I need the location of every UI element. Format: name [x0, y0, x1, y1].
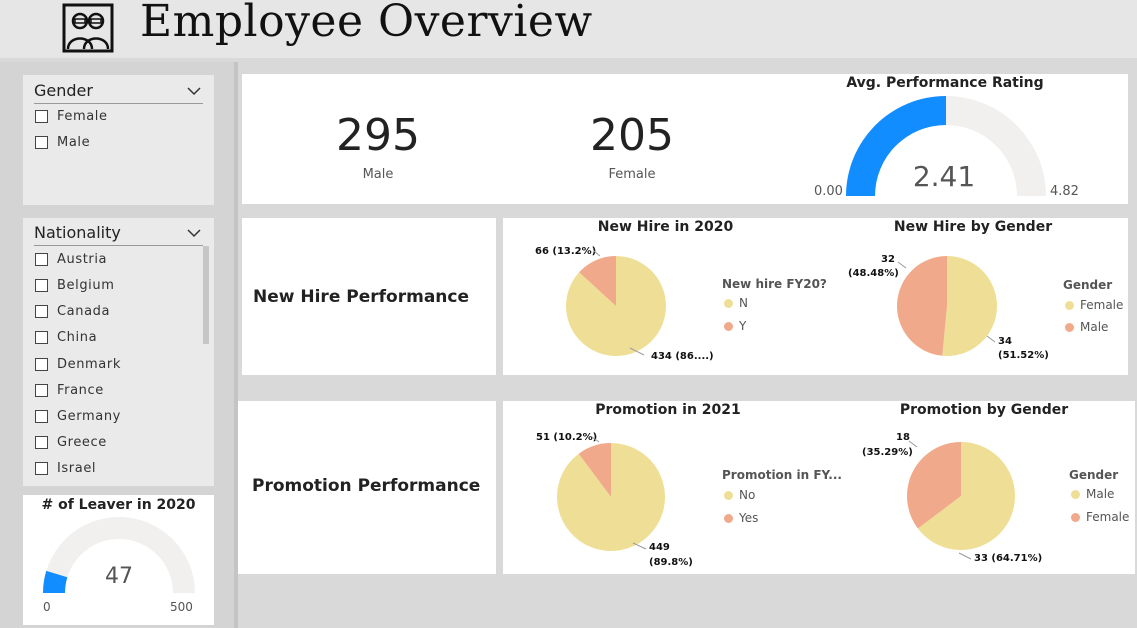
checkbox[interactable]: [35, 435, 48, 449]
legend-title: Gender: [1063, 278, 1113, 292]
nationality-option-austria[interactable]: Austria: [35, 249, 107, 269]
performance-gauge-value: 2.41: [912, 160, 976, 193]
nationality-slicer-title: Nationality: [34, 223, 121, 242]
male-count-label: Male: [362, 167, 394, 182]
new-hire-section-card: New Hire Performance: [242, 218, 496, 375]
checkbox[interactable]: [35, 461, 48, 475]
gender-option-female[interactable]: Female: [35, 106, 108, 126]
new-hire-section-title: New Hire Performance: [253, 287, 469, 307]
nationality-option-greece[interactable]: Greece: [35, 432, 107, 452]
legend-item-male[interactable]: Male: [1065, 320, 1108, 334]
performance-gauge-max: 4.82: [1050, 184, 1079, 199]
checkbox[interactable]: [35, 278, 48, 292]
legend-item-female[interactable]: Female: [1065, 298, 1123, 312]
male-count-value: 295: [336, 110, 420, 161]
header-bar: Employee Overview: [0, 0, 1137, 58]
nationality-option-canada[interactable]: Canada: [35, 301, 110, 321]
leaver-gauge-min: 0: [43, 600, 51, 614]
nationality-option-france[interactable]: France: [35, 380, 104, 400]
legend-title: New hire FY20?: [722, 277, 827, 291]
chart-title: Promotion in 2021: [595, 402, 741, 418]
new-hire-pie[interactable]: [556, 246, 676, 366]
promotion-section-title: Promotion Performance: [252, 476, 481, 496]
checkbox[interactable]: [35, 135, 48, 149]
legend-item-male[interactable]: Male: [1071, 487, 1114, 501]
kpi-card: 295 Male 205 Female Avg. Performance Rat…: [242, 74, 1128, 204]
checkbox[interactable]: [35, 357, 48, 371]
checkbox[interactable]: [35, 109, 48, 123]
legend-item-yes[interactable]: Yes: [724, 511, 758, 525]
chevron-down-icon[interactable]: [187, 228, 201, 238]
promotion-charts-card: Promotion in 2021 51 (10.2%) 449 (89.8%)…: [503, 401, 1135, 574]
gender-option-male[interactable]: Male: [35, 132, 90, 152]
nationality-option-israel[interactable]: Israel: [35, 458, 96, 478]
promotion-section-card: Promotion Performance: [238, 401, 496, 574]
data-label: 51 (10.2%): [536, 432, 598, 443]
legend-item-y[interactable]: Y: [724, 319, 746, 333]
leaver-gauge-title: # of Leaver in 2020: [41, 497, 196, 513]
promotion-gender-pie[interactable]: [895, 436, 1015, 556]
data-label: (51.52%): [998, 350, 1049, 361]
data-label: 32: [881, 254, 895, 265]
female-count-value: 205: [590, 110, 674, 161]
pie-slice-male[interactable]: [897, 256, 947, 356]
nationality-slicer: Nationality Austria Belgium Canada China…: [23, 218, 214, 486]
nationality-option-belgium[interactable]: Belgium: [35, 275, 115, 295]
data-label: (48.48%): [848, 268, 899, 279]
legend-item-no[interactable]: No: [724, 488, 755, 502]
legend-title: Promotion in FY...: [722, 468, 842, 482]
data-label: 34: [998, 336, 1012, 347]
gender-slicer: Gender Female Male: [23, 75, 214, 205]
checkbox[interactable]: [35, 409, 48, 423]
new-hire-gender-pie[interactable]: [887, 246, 1007, 366]
people-icon: [62, 3, 114, 53]
chart-title: New Hire by Gender: [893, 219, 1053, 235]
data-label: 33 (64.71%): [974, 553, 1043, 564]
gender-slicer-title: Gender: [34, 81, 93, 100]
pie-slice-female[interactable]: [942, 256, 997, 356]
gender-slicer-header[interactable]: Gender: [34, 81, 203, 104]
data-label: (35.29%): [862, 447, 913, 458]
new-hire-charts-card: New Hire in 2020 66 (13.2%) 434 (86....)…: [503, 218, 1128, 375]
female-count-label: Female: [608, 167, 656, 182]
checkbox[interactable]: [35, 304, 48, 318]
chevron-down-icon[interactable]: [187, 86, 201, 96]
nationality-slicer-header[interactable]: Nationality: [34, 223, 203, 246]
nationality-option-china[interactable]: China: [35, 327, 97, 347]
data-label: 434 (86....): [651, 351, 714, 362]
leaver-gauge-max: 500: [170, 600, 193, 614]
leaver-gauge-value: 47: [105, 564, 133, 589]
legend-title: Gender: [1069, 468, 1119, 482]
nationality-scrollbar[interactable]: [203, 246, 209, 344]
data-label: 66 (13.2%): [535, 246, 597, 257]
performance-gauge-min: 0.00: [814, 184, 843, 199]
checkbox[interactable]: [35, 383, 48, 397]
data-label: 449: [649, 542, 670, 553]
legend-item-n[interactable]: N: [724, 296, 748, 310]
leaver-gauge-card: # of Leaver in 2020 47 0 500: [23, 495, 214, 625]
chart-title: Promotion by Gender: [899, 402, 1069, 418]
data-label: (89.8%): [649, 557, 693, 568]
checkbox[interactable]: [35, 330, 48, 344]
nationality-option-denmark[interactable]: Denmark: [35, 354, 121, 374]
checkbox[interactable]: [35, 252, 48, 266]
nationality-option-germany[interactable]: Germany: [35, 406, 121, 426]
chart-title: New Hire in 2020: [597, 219, 734, 235]
promotion-pie[interactable]: [555, 437, 675, 557]
data-label: 18: [896, 432, 910, 443]
page-title: Employee Overview: [140, 0, 593, 47]
legend-item-female[interactable]: Female: [1071, 510, 1129, 524]
